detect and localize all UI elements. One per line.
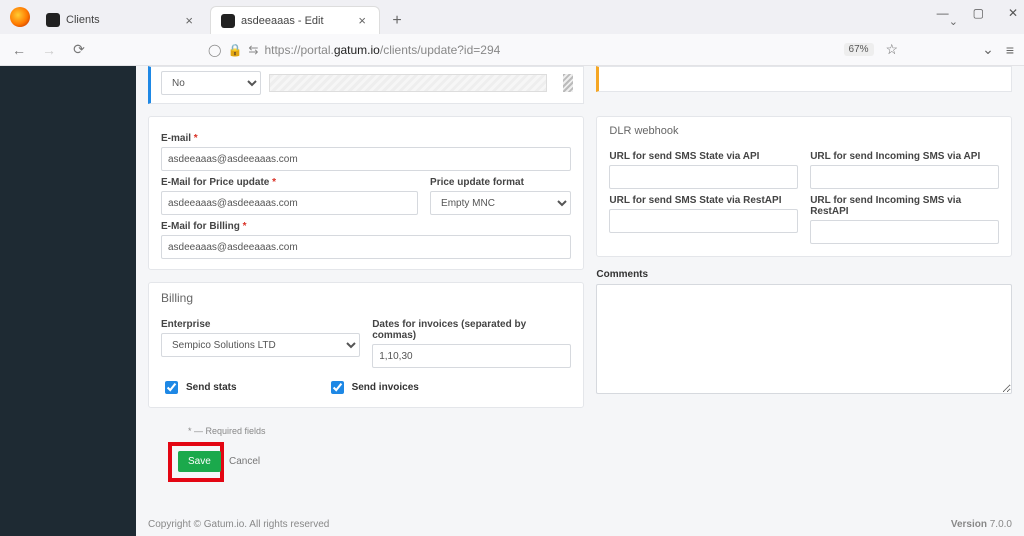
invoice-dates-field[interactable] (372, 344, 571, 368)
permissions-icon: ⇆ (248, 43, 258, 57)
dlr-title: DLR webhook (597, 117, 1011, 145)
price-email-label: E-Mail for Price update * (161, 177, 418, 188)
hamburger-menu-icon[interactable]: ≡ (1006, 42, 1014, 58)
billing-email-field[interactable] (161, 235, 571, 259)
enterprise-select[interactable]: Sempico Solutions LTD (161, 333, 360, 357)
left-sidebar (0, 66, 136, 536)
comments-label: Comments (596, 269, 1012, 280)
back-button[interactable]: ← (10, 41, 28, 59)
tab-clients[interactable]: Clients × (36, 6, 206, 34)
version-text: Version 7.0.0 (951, 519, 1012, 530)
lock-icon: 🔒 (227, 43, 242, 57)
page-footer: Copyright © Gatum.io. All rights reserve… (136, 513, 1024, 536)
tab-favicon (46, 13, 60, 27)
url-text: https://portal.gatum.io/clients/update?i… (264, 43, 500, 57)
close-icon[interactable]: × (355, 13, 369, 28)
billing-title: Billing (149, 283, 583, 313)
required-fields-note: * — Required fields (188, 426, 1012, 436)
address-bar[interactable]: ◯ 🔒 ⇆ https://portal.gatum.io/clients/up… (200, 38, 762, 62)
dlr-incoming-rest-label: URL for send Incoming SMS via RestAPI (810, 195, 999, 217)
window-close-icon[interactable]: ✕ (1008, 6, 1018, 20)
enterprise-label: Enterprise (161, 319, 360, 330)
price-format-select[interactable]: Empty MNC (430, 191, 571, 215)
billing-email-label: E-Mail for Billing * (161, 221, 571, 232)
top-select[interactable]: No (161, 71, 261, 95)
reload-button[interactable]: ⟳ (70, 41, 88, 59)
dlr-sms-state-rest-field[interactable] (609, 209, 798, 233)
email-card: E-mail * E-Mail for Price update * Price… (148, 116, 584, 270)
resize-handle-icon (563, 74, 573, 92)
tab-edit[interactable]: asdeeaaas - Edit × (210, 6, 380, 34)
price-email-field[interactable] (161, 191, 418, 215)
dlr-sms-state-api-label: URL for send SMS State via API (609, 151, 798, 162)
window-restore-icon[interactable]: ▢ (973, 6, 984, 20)
close-icon[interactable]: × (182, 13, 196, 28)
tab-favicon (221, 14, 235, 28)
browser-titlebar: Clients × asdeeaaas - Edit × + ⌄ — ▢ ✕ (0, 0, 1024, 34)
tab-label: Clients (66, 14, 182, 26)
dlr-incoming-api-field[interactable] (810, 165, 999, 189)
billing-card: Billing Enterprise Sempico Solutions LTD… (148, 282, 584, 408)
pocket-icon[interactable]: ⌄ (982, 41, 994, 58)
top-right-card (596, 66, 1012, 92)
dlr-sms-state-api-field[interactable] (609, 165, 798, 189)
forward-button[interactable]: → (40, 41, 58, 59)
email-label: E-mail * (161, 133, 571, 144)
window-minimize-icon[interactable]: — (937, 6, 949, 20)
dlr-sms-state-rest-label: URL for send SMS State via RestAPI (609, 195, 798, 206)
bookmark-star-icon[interactable]: ☆ (886, 41, 899, 58)
tab-label: asdeeaaas - Edit (241, 15, 355, 27)
comments-section: Comments (596, 269, 1012, 397)
copyright-text: Copyright © Gatum.io. All rights reserve… (148, 519, 329, 530)
zoom-badge[interactable]: 67% (844, 43, 874, 56)
new-tab-button[interactable]: + (384, 8, 410, 34)
disabled-textarea (269, 74, 547, 92)
dlr-webhook-card: DLR webhook URL for send SMS State via A… (596, 116, 1012, 257)
firefox-icon (10, 7, 30, 27)
url-bar: ← → ⟳ ◯ 🔒 ⇆ https://portal.gatum.io/clie… (0, 34, 1024, 66)
invoice-dates-label: Dates for invoices (separated by commas) (372, 319, 571, 341)
comments-textarea[interactable] (596, 284, 1012, 394)
price-format-label: Price update format (430, 177, 571, 188)
cancel-button[interactable]: Cancel (223, 451, 266, 472)
dlr-incoming-rest-field[interactable] (810, 220, 999, 244)
save-button[interactable]: Save (178, 451, 221, 472)
shield-icon: ◯ (208, 43, 221, 57)
email-field[interactable] (161, 147, 571, 171)
dlr-incoming-api-label: URL for send Incoming SMS via API (810, 151, 999, 162)
send-invoices-checkbox[interactable]: Send invoices (327, 378, 419, 397)
send-stats-checkbox[interactable]: Send stats (161, 378, 237, 397)
top-left-card: No (148, 66, 584, 104)
